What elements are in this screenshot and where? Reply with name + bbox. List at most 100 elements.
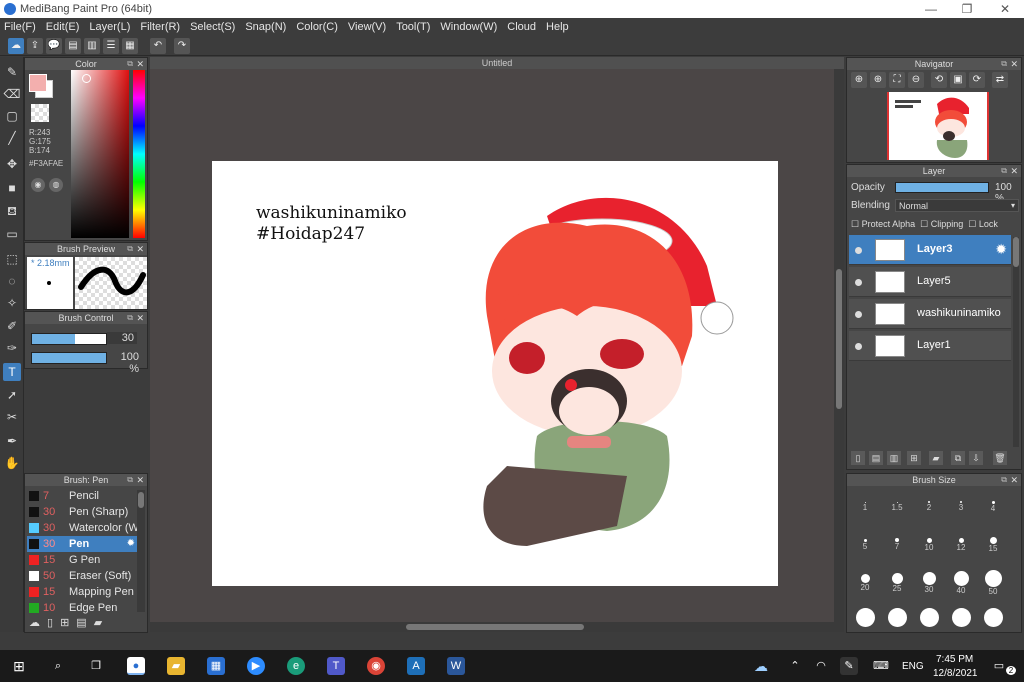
color-picker-cursor[interactable]: [82, 74, 91, 83]
menu-color[interactable]: Color(C): [296, 21, 338, 33]
brush-size-option[interactable]: 1: [849, 490, 881, 518]
close-icon[interactable]: ✕: [136, 243, 144, 255]
cloud-icon[interactable]: ☁: [8, 38, 24, 54]
hue-slider[interactable]: [133, 70, 145, 238]
document-icon[interactable]: ▥: [84, 38, 100, 54]
brush-size-option[interactable]: [945, 604, 977, 632]
pin-icon[interactable]: ⧉: [127, 474, 133, 486]
close-icon[interactable]: ✕: [136, 58, 144, 70]
brush-size-option[interactable]: 7: [881, 528, 913, 556]
brush-size-option[interactable]: [881, 604, 913, 632]
palette-settings-icon[interactable]: ◍: [49, 178, 63, 192]
pin-icon[interactable]: ⧉: [1001, 165, 1007, 177]
close-icon[interactable]: ✕: [136, 474, 144, 486]
layer-row[interactable]: Layer5: [849, 267, 1011, 297]
pin-icon[interactable]: ⧉: [1001, 58, 1007, 70]
onedrive-icon[interactable]: ☁: [752, 657, 770, 675]
pin-icon[interactable]: ⧉: [127, 312, 133, 324]
brush-size-option[interactable]: 50: [977, 566, 1009, 596]
close-icon[interactable]: ✕: [1010, 58, 1018, 70]
bucket-tool-icon[interactable]: ⛾: [3, 202, 21, 220]
layer-visibility-icon[interactable]: [855, 311, 862, 318]
brush-item[interactable]: 7 Pencil: [27, 488, 137, 504]
word-icon[interactable]: W: [447, 657, 465, 675]
canvas-horizontal-scrollbar[interactable]: [150, 622, 834, 632]
clock-date[interactable]: 12/8/2021: [933, 668, 978, 679]
layer-scrollbar[interactable]: [1013, 237, 1019, 447]
brush-size-option[interactable]: [849, 604, 881, 632]
line-tool-icon[interactable]: ╱: [3, 129, 21, 147]
lock-checkbox[interactable]: ☐ Lock: [968, 219, 998, 229]
select-eraser-tool-icon[interactable]: ✑: [3, 339, 21, 357]
canvas-area[interactable]: washikuninamiko #Hoidap247: [150, 69, 844, 632]
brush-size-option[interactable]: 20: [849, 566, 881, 594]
close-icon[interactable]: ✕: [136, 312, 144, 324]
brush-size-option[interactable]: 5: [849, 528, 881, 556]
new-halftone-layer-icon[interactable]: ▤: [869, 451, 883, 465]
delete-layer-icon[interactable]: 🗑: [993, 451, 1007, 465]
zoom-icon[interactable]: ▶: [247, 657, 265, 675]
rectangle-tool-icon[interactable]: ▢: [3, 107, 21, 125]
notification-icon[interactable]: ▭: [990, 657, 1008, 675]
select-pen-tool-icon[interactable]: ✐: [3, 317, 21, 335]
chevron-up-icon[interactable]: ⌃: [786, 657, 804, 675]
message-icon[interactable]: ▤: [65, 38, 81, 54]
text-tool-icon[interactable]: T: [3, 363, 21, 381]
clock-time[interactable]: 7:45 PM: [936, 654, 973, 665]
brush-tool-icon[interactable]: ✎: [3, 63, 21, 81]
windows-start-icon[interactable]: ⊞: [10, 657, 28, 675]
duplicate-layer-icon[interactable]: ⧉: [951, 451, 965, 465]
new-layer-icon[interactable]: ▯: [851, 451, 865, 465]
brush-item[interactable]: 15 Mapping Pen: [27, 584, 137, 600]
rotate-right-icon[interactable]: ⟳: [969, 72, 985, 88]
brush-list-scrollbar[interactable]: [137, 490, 145, 612]
divide-tool-icon[interactable]: ✂: [3, 408, 21, 426]
grid-icon[interactable]: ▦: [122, 38, 138, 54]
menu-help[interactable]: Help: [546, 21, 569, 33]
menu-filter[interactable]: Filter(R): [140, 21, 180, 33]
foreground-color-swatch[interactable]: [29, 74, 47, 92]
flip-icon[interactable]: ⇄: [992, 72, 1008, 88]
layer-settings-gear-icon[interactable]: ✹: [995, 241, 1007, 258]
keyboard-icon[interactable]: ⌨: [872, 657, 890, 675]
brush-size-slider[interactable]: [31, 333, 107, 345]
brush-size-option[interactable]: 40: [945, 566, 977, 595]
brush-size-option[interactable]: 25: [881, 566, 913, 594]
file-explorer-icon[interactable]: ▰: [167, 657, 185, 675]
brush-item[interactable]: 30 Pen (Sharp): [27, 504, 137, 520]
layer-row[interactable]: Layer1: [849, 331, 1011, 361]
fit-icon[interactable]: ⛶: [889, 72, 905, 88]
menu-layer[interactable]: Layer(L): [89, 21, 130, 33]
navigator-preview[interactable]: [887, 92, 989, 160]
operation-tool-icon[interactable]: ➚: [3, 386, 21, 404]
canvas-vertical-scrollbar[interactable]: [834, 69, 844, 632]
brush-item[interactable]: 10 Edge Pen: [27, 600, 137, 616]
brush-settings-gear-icon[interactable]: ✹: [127, 536, 135, 552]
merge-layer-icon[interactable]: ⇩: [969, 451, 983, 465]
pin-icon[interactable]: ⧉: [127, 58, 133, 70]
wifi-icon[interactable]: ◠: [812, 657, 830, 675]
redo-icon[interactable]: ↷: [174, 38, 190, 54]
hand-tool-icon[interactable]: ✋: [3, 454, 21, 472]
zoom-in-icon[interactable]: ⊕: [851, 72, 867, 88]
menu-tool[interactable]: Tool(T): [396, 21, 430, 33]
language-indicator[interactable]: ENG: [902, 661, 924, 672]
brush-size-option[interactable]: [977, 604, 1009, 632]
new-brush-icon[interactable]: ▯: [47, 617, 60, 629]
add-layer-menu-icon[interactable]: ⊞: [907, 451, 921, 465]
task-view-icon[interactable]: ❐: [87, 657, 105, 675]
rotate-left-icon[interactable]: ⟲: [931, 72, 947, 88]
app-icon[interactable]: A: [407, 657, 425, 675]
pin-icon[interactable]: ⧉: [1001, 474, 1007, 486]
zoom-out-icon[interactable]: ⊖: [908, 72, 924, 88]
list-icon[interactable]: ☰: [103, 38, 119, 54]
store-icon[interactable]: ▦: [207, 657, 225, 675]
close-icon[interactable]: ✕: [1010, 165, 1018, 177]
menu-file[interactable]: File(F): [4, 21, 36, 33]
canvas-tab[interactable]: Untitled: [150, 57, 844, 69]
undo-icon[interactable]: ↶: [150, 38, 166, 54]
menu-select[interactable]: Select(S): [190, 21, 235, 33]
brush-size-option[interactable]: 3: [945, 490, 977, 518]
saturation-value-picker[interactable]: [71, 70, 129, 238]
eraser-tool-icon[interactable]: ⌫: [3, 85, 21, 103]
